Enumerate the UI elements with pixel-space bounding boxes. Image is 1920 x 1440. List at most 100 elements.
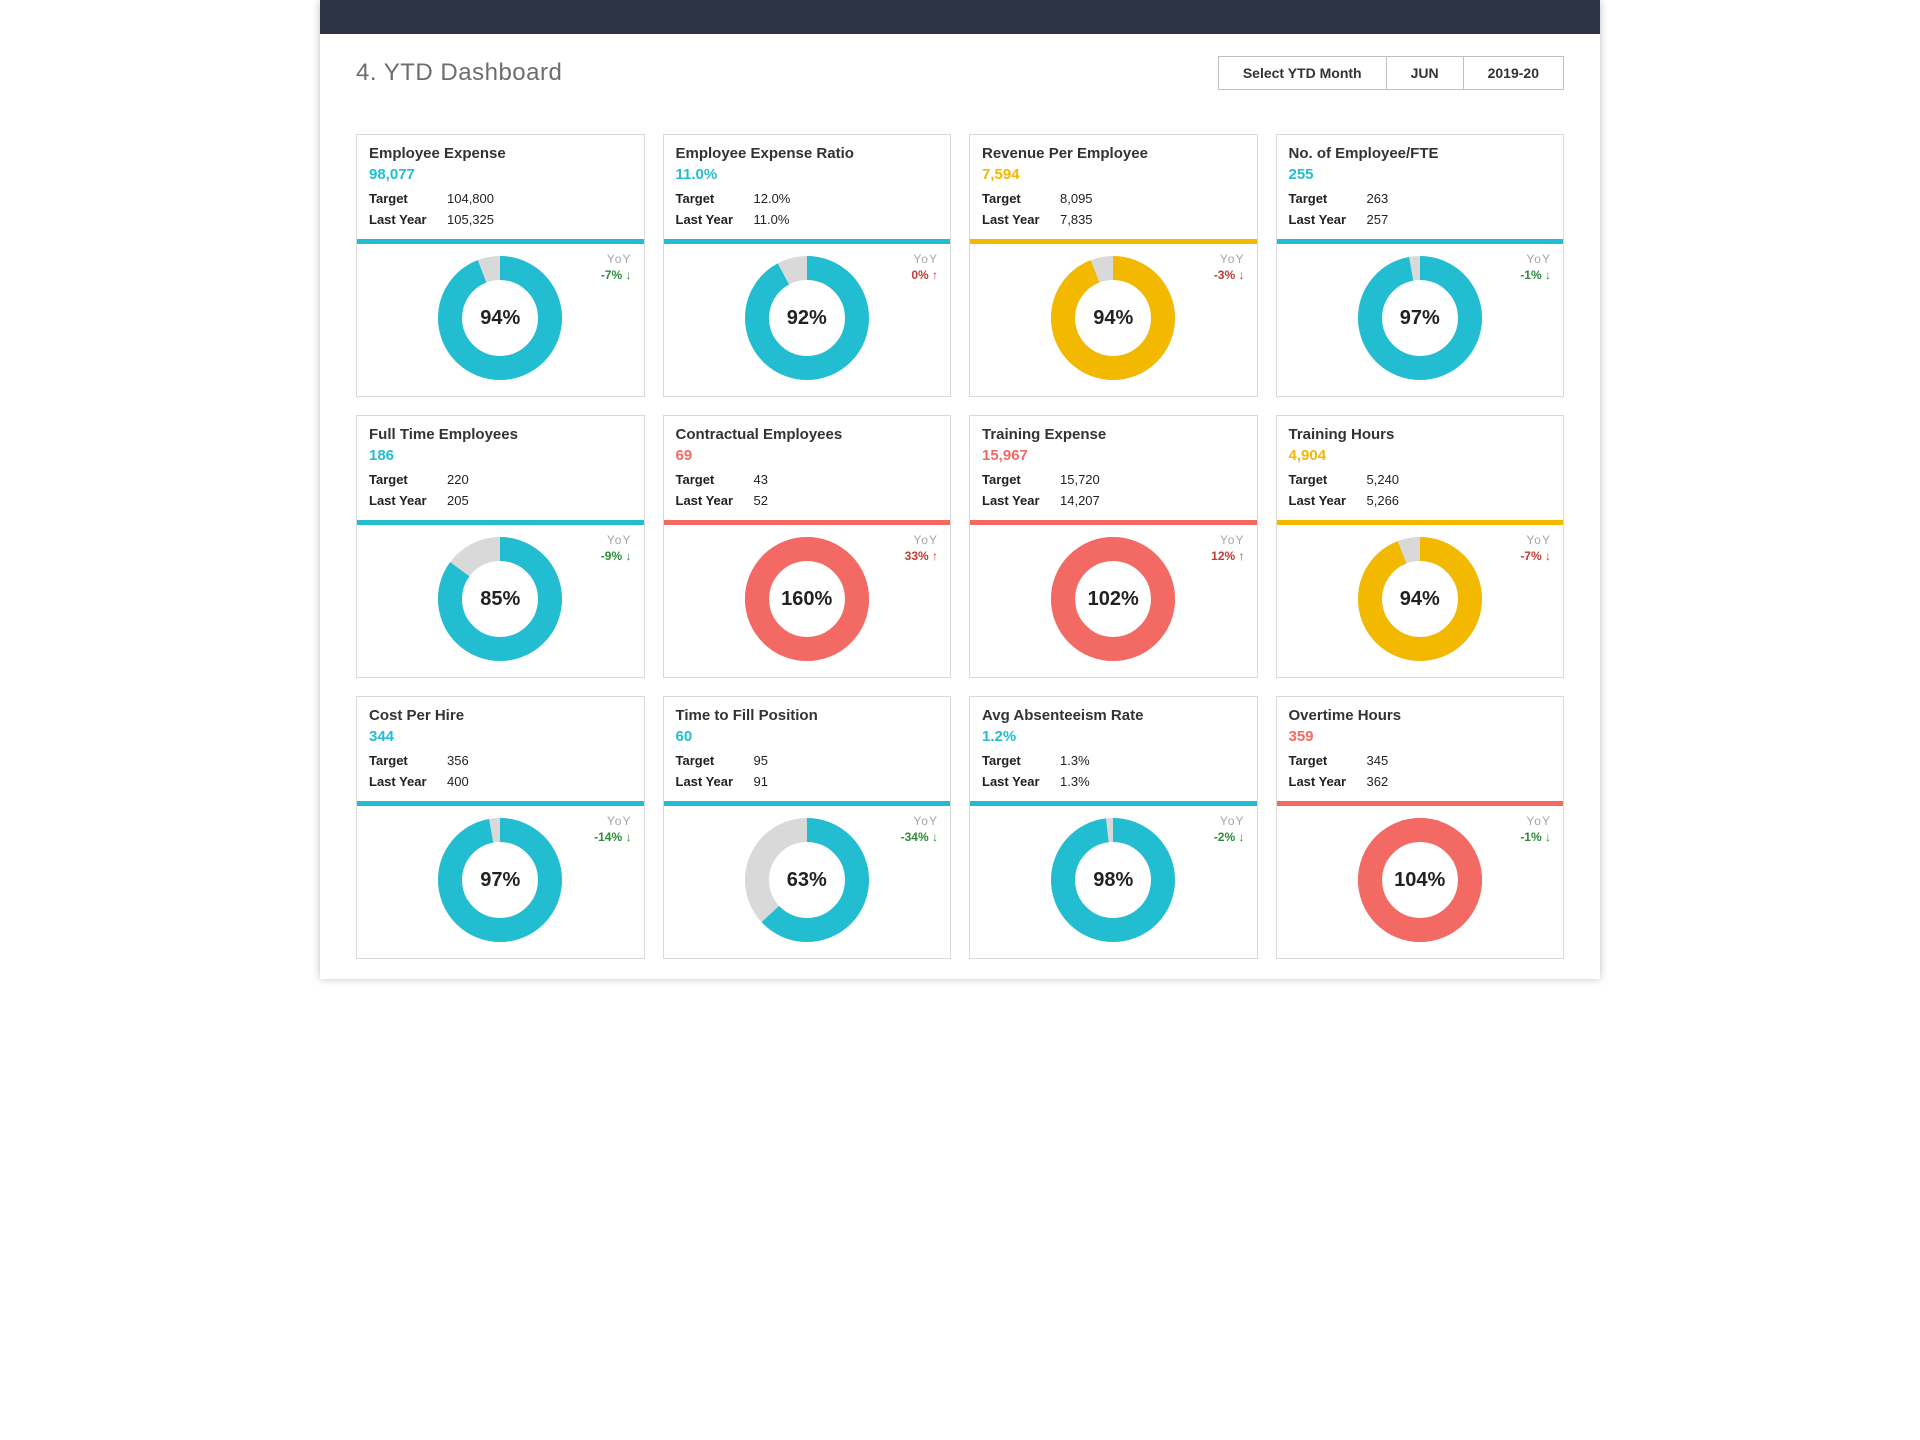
card-body: YoY 12% ↑ 102% bbox=[970, 525, 1257, 677]
donut-percent-label: 94% bbox=[1049, 254, 1177, 382]
donut-percent-label: 92% bbox=[743, 254, 871, 382]
yoy-block: YoY -1% ↓ bbox=[1520, 814, 1551, 844]
last-year-row: Last Year 7,835 bbox=[982, 212, 1245, 227]
ytd-selector: Select YTD Month JUN 2019-20 bbox=[1218, 56, 1564, 90]
card-body: YoY 0% ↑ 92% bbox=[664, 244, 951, 396]
card-body: YoY -7% ↓ 94% bbox=[357, 244, 644, 396]
page-title: 4. YTD Dashboard bbox=[356, 59, 562, 87]
last-year-row: Last Year 1.3% bbox=[982, 774, 1245, 789]
kpi-value: 344 bbox=[369, 728, 632, 745]
kpi-title: Avg Absenteeism Rate bbox=[982, 707, 1245, 724]
card-header: Employee Expense 98,077 Target 104,800 L… bbox=[357, 135, 644, 239]
selector-month[interactable]: JUN bbox=[1387, 57, 1464, 89]
card-body: YoY -3% ↓ 94% bbox=[970, 244, 1257, 396]
last-year-row: Last Year 52 bbox=[676, 493, 939, 508]
target-row: Target 95 bbox=[676, 753, 939, 768]
donut-chart: 102% bbox=[1049, 535, 1177, 663]
target-value: 220 bbox=[447, 472, 469, 487]
donut-percent-label: 98% bbox=[1049, 816, 1177, 944]
target-label: Target bbox=[1289, 753, 1367, 768]
kpi-title: Training Expense bbox=[982, 426, 1245, 443]
donut-chart: 98% bbox=[1049, 816, 1177, 944]
kpi-title: Full Time Employees bbox=[369, 426, 632, 443]
target-value: 12.0% bbox=[754, 191, 791, 206]
yoy-value: -7% ↓ bbox=[601, 268, 632, 282]
last-year-value: 91 bbox=[754, 774, 768, 789]
donut-chart: 85% bbox=[436, 535, 564, 663]
last-year-value: 52 bbox=[754, 493, 768, 508]
donut-chart: 97% bbox=[1356, 254, 1484, 382]
yoy-label: YoY bbox=[1214, 252, 1245, 266]
kpi-value: 359 bbox=[1289, 728, 1552, 745]
target-value: 356 bbox=[447, 753, 469, 768]
donut-percent-label: 94% bbox=[1356, 535, 1484, 663]
kpi-card: Time to Fill Position 60 Target 95 Last … bbox=[663, 696, 952, 959]
yoy-value: -9% ↓ bbox=[601, 549, 632, 563]
last-year-row: Last Year 257 bbox=[1289, 212, 1552, 227]
yoy-value: -1% ↓ bbox=[1520, 830, 1551, 844]
last-year-label: Last Year bbox=[676, 774, 754, 789]
donut-percent-label: 97% bbox=[436, 816, 564, 944]
yoy-value: -34% ↓ bbox=[901, 830, 938, 844]
yoy-label: YoY bbox=[1520, 533, 1551, 547]
last-year-label: Last Year bbox=[676, 493, 754, 508]
target-row: Target 15,720 bbox=[982, 472, 1245, 487]
last-year-label: Last Year bbox=[1289, 493, 1367, 508]
target-label: Target bbox=[1289, 191, 1367, 206]
kpi-value: 11.0% bbox=[676, 166, 939, 183]
donut-percent-label: 63% bbox=[743, 816, 871, 944]
yoy-block: YoY -14% ↓ bbox=[594, 814, 631, 844]
target-row: Target 104,800 bbox=[369, 191, 632, 206]
yoy-block: YoY 0% ↑ bbox=[911, 252, 938, 282]
card-body: YoY -7% ↓ 94% bbox=[1277, 525, 1564, 677]
kpi-card: Cost Per Hire 344 Target 356 Last Year 4… bbox=[356, 696, 645, 959]
target-row: Target 220 bbox=[369, 472, 632, 487]
card-body: YoY 33% ↑ 160% bbox=[664, 525, 951, 677]
yoy-block: YoY -2% ↓ bbox=[1214, 814, 1245, 844]
yoy-block: YoY -9% ↓ bbox=[601, 533, 632, 563]
last-year-row: Last Year 91 bbox=[676, 774, 939, 789]
kpi-grid: Employee Expense 98,077 Target 104,800 L… bbox=[320, 98, 1600, 959]
topbar bbox=[320, 0, 1600, 34]
card-header: Contractual Employees 69 Target 43 Last … bbox=[664, 416, 951, 520]
kpi-title: Overtime Hours bbox=[1289, 707, 1552, 724]
target-value: 5,240 bbox=[1367, 472, 1400, 487]
kpi-card: No. of Employee/FTE 255 Target 263 Last … bbox=[1276, 134, 1565, 397]
last-year-row: Last Year 400 bbox=[369, 774, 632, 789]
target-label: Target bbox=[982, 753, 1060, 768]
donut-chart: 160% bbox=[743, 535, 871, 663]
yoy-label: YoY bbox=[905, 533, 938, 547]
donut-chart: 94% bbox=[1049, 254, 1177, 382]
target-row: Target 5,240 bbox=[1289, 472, 1552, 487]
target-value: 95 bbox=[754, 753, 768, 768]
yoy-label: YoY bbox=[601, 252, 632, 266]
last-year-label: Last Year bbox=[369, 774, 447, 789]
yoy-label: YoY bbox=[1214, 814, 1245, 828]
last-year-label: Last Year bbox=[676, 212, 754, 227]
target-value: 15,720 bbox=[1060, 472, 1100, 487]
last-year-value: 14,207 bbox=[1060, 493, 1100, 508]
yoy-value: -14% ↓ bbox=[594, 830, 631, 844]
yoy-value: -1% ↓ bbox=[1520, 268, 1551, 282]
donut-chart: 63% bbox=[743, 816, 871, 944]
last-year-label: Last Year bbox=[369, 212, 447, 227]
card-header: No. of Employee/FTE 255 Target 263 Last … bbox=[1277, 135, 1564, 239]
card-body: YoY -2% ↓ 98% bbox=[970, 806, 1257, 958]
kpi-title: No. of Employee/FTE bbox=[1289, 145, 1552, 162]
yoy-label: YoY bbox=[601, 533, 632, 547]
last-year-value: 257 bbox=[1367, 212, 1389, 227]
target-label: Target bbox=[369, 191, 447, 206]
last-year-value: 1.3% bbox=[1060, 774, 1090, 789]
selector-year[interactable]: 2019-20 bbox=[1464, 57, 1563, 89]
kpi-title: Training Hours bbox=[1289, 426, 1552, 443]
target-value: 104,800 bbox=[447, 191, 494, 206]
last-year-value: 5,266 bbox=[1367, 493, 1400, 508]
donut-chart: 104% bbox=[1356, 816, 1484, 944]
kpi-value: 7,594 bbox=[982, 166, 1245, 183]
target-value: 8,095 bbox=[1060, 191, 1093, 206]
last-year-row: Last Year 205 bbox=[369, 493, 632, 508]
last-year-label: Last Year bbox=[982, 493, 1060, 508]
kpi-value: 4,904 bbox=[1289, 447, 1552, 464]
last-year-label: Last Year bbox=[1289, 774, 1367, 789]
kpi-card: Employee Expense 98,077 Target 104,800 L… bbox=[356, 134, 645, 397]
